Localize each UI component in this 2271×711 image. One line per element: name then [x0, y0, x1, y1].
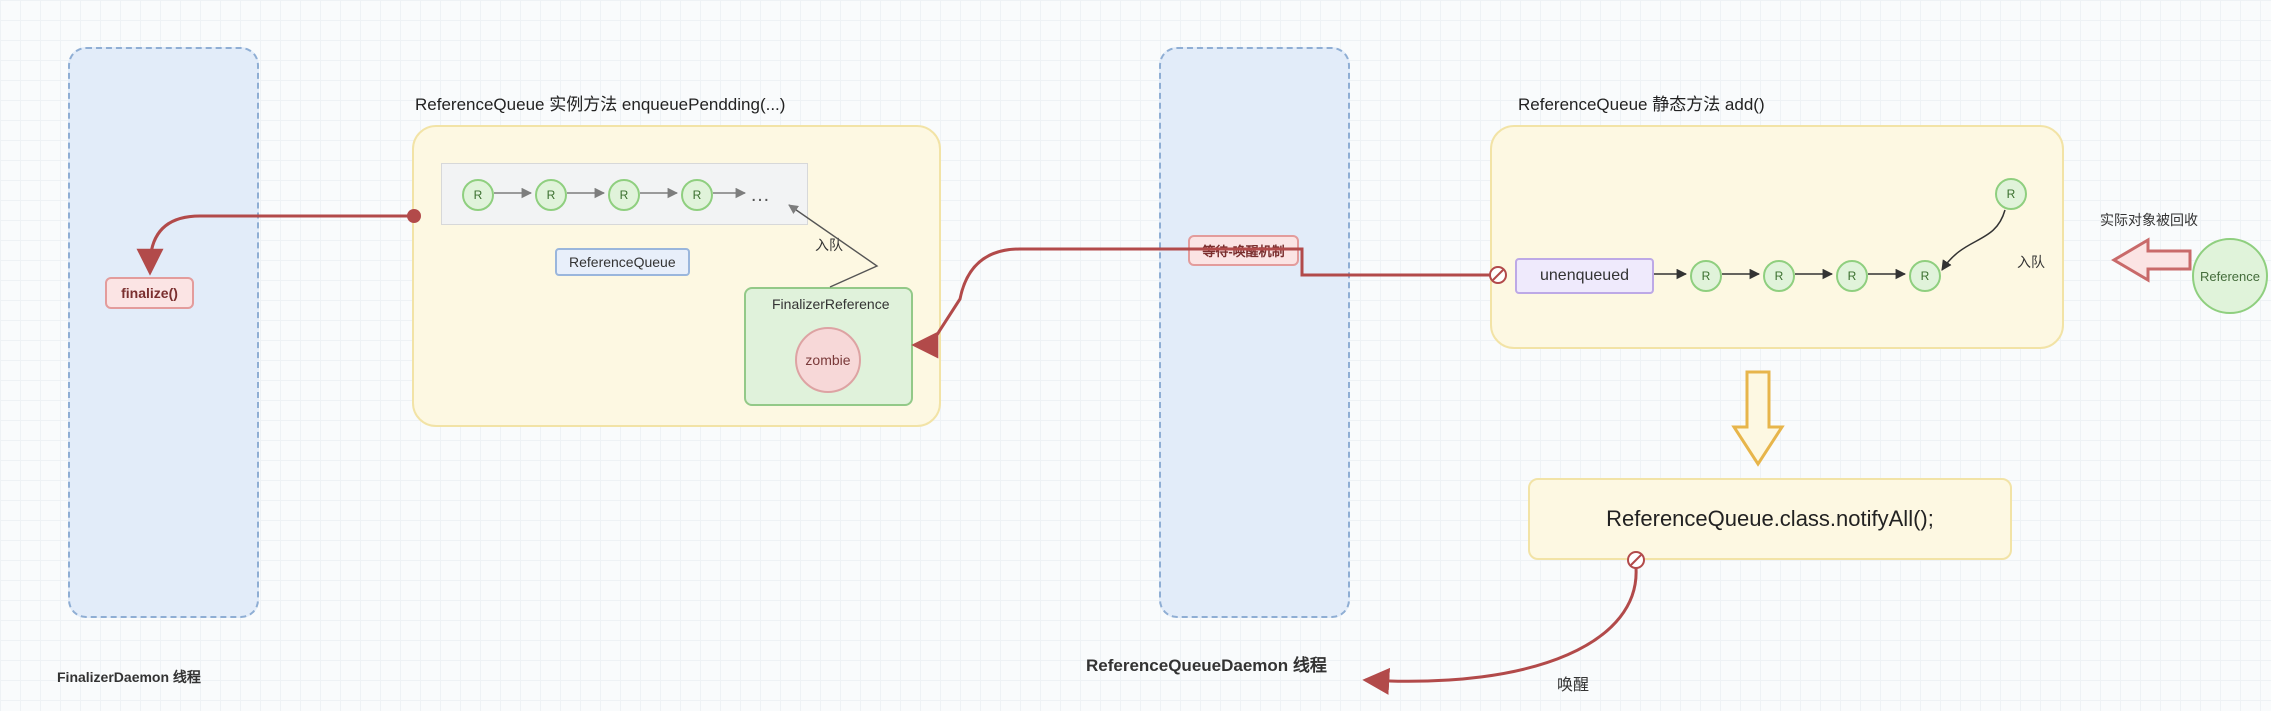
wait-wake-label: 等待-唤醒机制: [1188, 235, 1299, 266]
queue-node-1: R: [462, 179, 494, 211]
right-node-4: R: [1909, 260, 1941, 292]
left-panel-title: ReferenceQueue 实例方法 enqueuePendding(...): [415, 90, 785, 115]
finalize-call-box: finalize(): [105, 277, 194, 309]
queue-node-2: R: [535, 179, 567, 211]
notify-all-text: ReferenceQueue.class.notifyAll();: [1606, 506, 1934, 532]
zombie-circle: zombie: [795, 327, 861, 393]
left-enqueue-label: 入队: [815, 235, 843, 255]
finalizer-reference-title: FinalizerReference: [772, 296, 890, 312]
external-reference-circle: Reference: [2192, 238, 2268, 314]
right-node-2: R: [1763, 260, 1795, 292]
right-panel-title: ReferenceQueue 静态方法 add(): [1518, 90, 1765, 115]
queue-node-3: R: [608, 179, 640, 211]
incoming-node: R: [1995, 178, 2027, 210]
refqueue-daemon-thread-box: [1159, 47, 1350, 618]
finalize-call-label: finalize(): [121, 285, 178, 301]
right-panel: [1490, 125, 2064, 349]
connectors-svg: [0, 0, 2271, 711]
reference-queue-badge: ReferenceQueue: [555, 248, 690, 276]
unenqueued-box: unenqueued: [1515, 258, 1654, 294]
right-node-3: R: [1836, 260, 1868, 292]
queue-ellipsis: …: [750, 184, 770, 207]
right-enqueue-label: 入队: [2017, 252, 2045, 272]
wake-label: 唤醒: [1557, 671, 1589, 695]
finalizer-daemon-caption: FinalizerDaemon 线程: [57, 667, 201, 687]
external-reference-caption: 实际对象被回收: [2100, 210, 2198, 230]
right-node-1: R: [1690, 260, 1722, 292]
refqueue-daemon-caption: ReferenceQueueDaemon 线程: [1086, 651, 1327, 676]
finalizer-daemon-thread-box: [68, 47, 259, 618]
queue-node-4: R: [681, 179, 713, 211]
notify-all-box: ReferenceQueue.class.notifyAll();: [1528, 478, 2012, 560]
